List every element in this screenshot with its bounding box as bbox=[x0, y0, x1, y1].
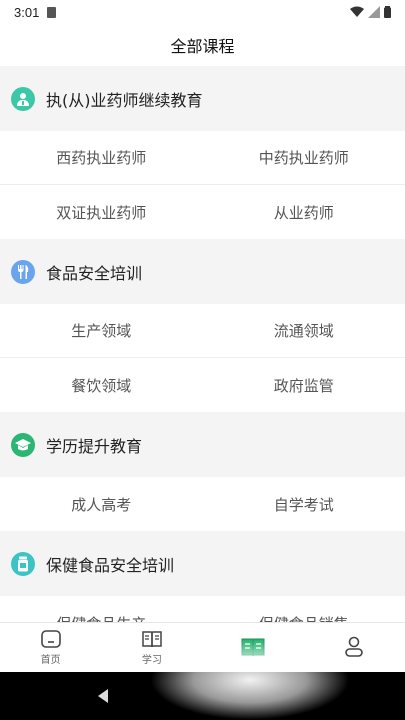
section-title: 食品安全培训 bbox=[46, 263, 143, 283]
course-item[interactable]: 流通领域 bbox=[203, 304, 405, 357]
course-item[interactable]: 餐饮领域 bbox=[0, 358, 203, 412]
system-nav-bar bbox=[0, 672, 405, 720]
pharmacist-icon bbox=[11, 86, 35, 111]
grid-row: 成人高考 自学考试 bbox=[0, 477, 405, 531]
grid-row: 保健食品生产 保健食品销售 bbox=[0, 596, 405, 623]
course-item[interactable]: 从业药师 bbox=[203, 185, 405, 239]
grid-row: 西药执业药师 中药执业药师 bbox=[0, 131, 405, 185]
home-icon bbox=[40, 630, 61, 648]
section-grid-supplement: 保健食品生产 保健食品销售 bbox=[0, 596, 405, 622]
signal-icon bbox=[368, 6, 380, 18]
tab-home[interactable]: 首页 bbox=[0, 623, 101, 672]
section-header-education: 学历提升教育 bbox=[0, 412, 405, 477]
course-item[interactable]: 政府监管 bbox=[203, 358, 405, 412]
course-item[interactable]: 自学考试 bbox=[203, 477, 405, 531]
title-bar: 全部课程 bbox=[0, 24, 405, 66]
section-grid-food-safety: 生产领域 流通领域 餐饮领域 政府监管 bbox=[0, 304, 405, 412]
page-title: 全部课程 bbox=[170, 37, 235, 56]
book-open-icon bbox=[142, 631, 162, 648]
section-header-pharmacist: 执(从)业药师继续教育 bbox=[0, 66, 405, 131]
back-icon[interactable] bbox=[96, 688, 110, 704]
supplement-bottle-icon bbox=[11, 551, 35, 576]
section-title: 保健食品安全培训 bbox=[46, 555, 175, 575]
section-header-supplement: 保健食品安全培训 bbox=[0, 531, 405, 596]
fork-knife-icon bbox=[11, 259, 35, 284]
grid-row: 餐饮领域 政府监管 bbox=[0, 358, 405, 412]
section-grid-pharmacist: 西药执业药师 中药执业药师 双证执业药师 从业药师 bbox=[0, 131, 405, 239]
section-grid-education: 成人高考 自学考试 bbox=[0, 477, 405, 531]
section-title: 学历提升教育 bbox=[46, 436, 143, 456]
profile-icon bbox=[345, 636, 364, 657]
grid-row: 生产领域 流通领域 bbox=[0, 304, 405, 358]
wifi-icon bbox=[350, 6, 364, 17]
status-time: 3:01 bbox=[14, 4, 40, 20]
status-bar: 3:01 bbox=[0, 0, 405, 24]
course-item[interactable]: 中药执业药师 bbox=[203, 131, 405, 184]
section-title: 执(从)业药师继续教育 bbox=[46, 90, 203, 110]
courses-book-icon bbox=[241, 638, 265, 656]
bottom-tab-bar: 首页 学习 bbox=[0, 622, 405, 672]
battery-icon bbox=[384, 6, 391, 18]
course-item[interactable]: 保健食品生产 bbox=[0, 596, 203, 623]
course-item[interactable]: 西药执业药师 bbox=[0, 131, 203, 184]
graduation-cap-icon bbox=[11, 432, 35, 457]
tab-label: 学习 bbox=[141, 655, 162, 666]
tab-label: 首页 bbox=[40, 655, 61, 666]
course-list[interactable]: 执(从)业药师继续教育 西药执业药师 中药执业药师 双证执业药师 从业药师 食品… bbox=[0, 66, 405, 622]
tab-profile[interactable] bbox=[304, 623, 405, 672]
course-item[interactable]: 保健食品销售 bbox=[203, 596, 405, 623]
section-header-food-safety: 食品安全培训 bbox=[0, 239, 405, 304]
course-item[interactable]: 双证执业药师 bbox=[0, 185, 203, 239]
course-item[interactable]: 生产领域 bbox=[0, 304, 203, 357]
tab-courses[interactable] bbox=[203, 623, 304, 672]
grid-row: 双证执业药师 从业药师 bbox=[0, 185, 405, 239]
course-item[interactable]: 成人高考 bbox=[0, 477, 203, 531]
sd-card-icon bbox=[47, 6, 57, 18]
tab-study[interactable]: 学习 bbox=[101, 623, 202, 672]
